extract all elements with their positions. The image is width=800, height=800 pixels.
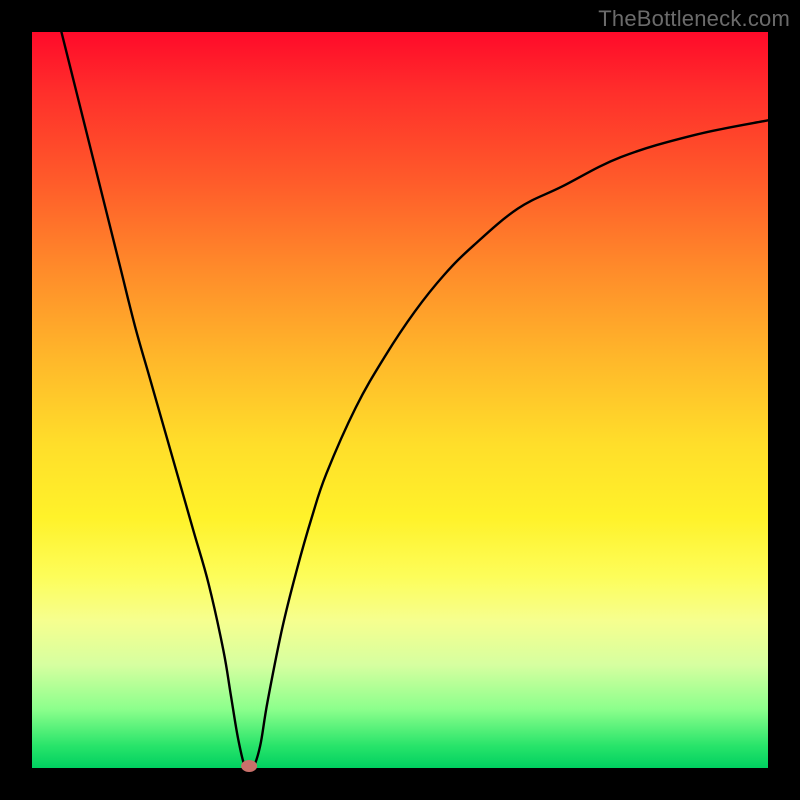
bottleneck-curve (61, 32, 768, 771)
watermark-text: TheBottleneck.com (598, 6, 790, 32)
curve-svg (32, 32, 768, 768)
plot-area (32, 32, 768, 768)
chart-frame: TheBottleneck.com (0, 0, 800, 800)
minimum-marker (241, 760, 257, 772)
